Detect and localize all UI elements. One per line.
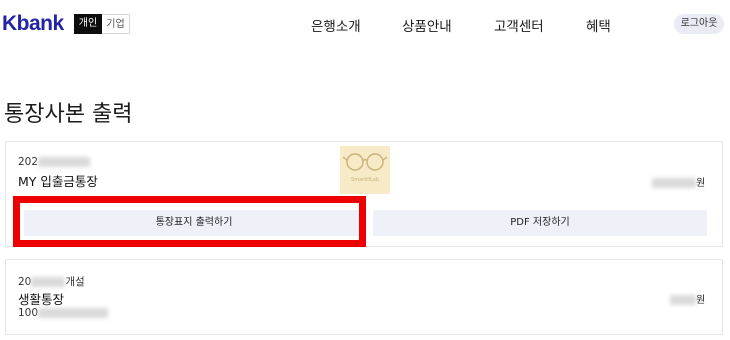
- account-number: 202: [18, 156, 91, 168]
- masked-digits: [38, 308, 109, 318]
- account-balance: 원: [670, 291, 705, 306]
- masked-balance: [652, 178, 696, 188]
- account-name: 생활통장: [18, 292, 65, 307]
- logout-button[interactable]: 로그아웃: [674, 14, 724, 34]
- watermark-logo: SmartHLab: [340, 146, 390, 194]
- nav-benefits[interactable]: 혜택: [586, 15, 611, 35]
- save-pdf-button[interactable]: PDF 저장하기: [373, 210, 707, 236]
- masked-balance: [670, 295, 696, 305]
- nav-bank-intro[interactable]: 은행소개: [311, 15, 361, 35]
- nav-products[interactable]: 상품안내: [402, 15, 452, 35]
- glasses-icon: [342, 153, 388, 171]
- account-name: MY 입출금통장: [18, 174, 98, 189]
- top-navigation-bar: Kbank 개인 기업 은행소개 상품안내 고객센터 혜택 로그아웃: [0, 0, 730, 50]
- masked-digits: [38, 157, 91, 167]
- page-title: 통장사본 출력: [4, 102, 133, 127]
- account-number: 100: [18, 307, 109, 319]
- business-segment-tab[interactable]: 기업: [102, 14, 130, 34]
- masked-digits: [31, 277, 66, 287]
- watermark-text: SmartHLab: [351, 177, 379, 183]
- nav-customer-center[interactable]: 고객센터: [494, 15, 544, 35]
- account-card-living: 20 개설 생활통장 100 원: [5, 259, 723, 335]
- account-balance: 원: [652, 174, 705, 189]
- highlight-box: [13, 196, 366, 247]
- personal-segment-tab[interactable]: 개인: [74, 14, 102, 34]
- kbank-logo[interactable]: Kbank: [2, 12, 64, 36]
- account-opened-date: 20 개설: [18, 276, 85, 288]
